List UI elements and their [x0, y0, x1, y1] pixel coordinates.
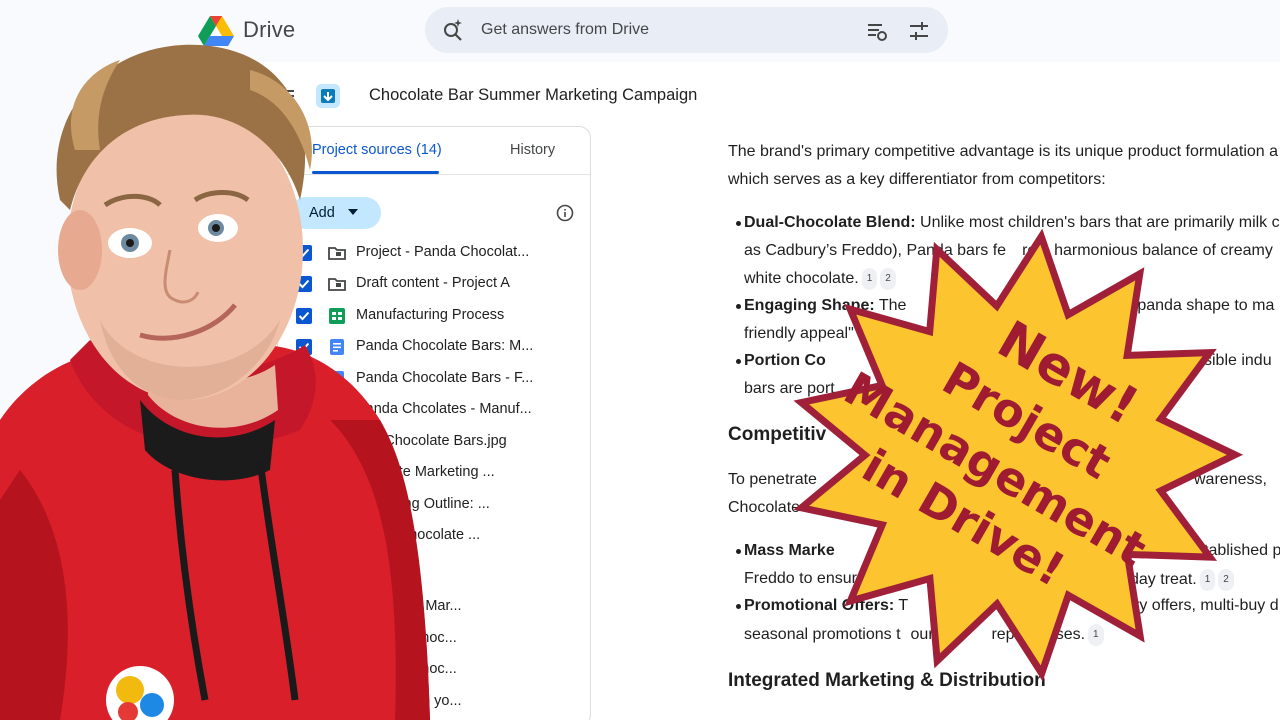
filter-options-icon[interactable] [907, 19, 931, 43]
bullet-marker [736, 359, 741, 364]
info-icon[interactable] [556, 204, 574, 222]
new-feature-starburst: New! Project Management in Drive! [793, 228, 1244, 682]
ai-search-icon [444, 19, 462, 41]
bullet-marker [736, 549, 741, 554]
search-input[interactable]: Get answers from Drive [481, 21, 649, 39]
bullet-marker [736, 221, 741, 226]
doc-text: The brand's primary competitive advantag… [728, 143, 1279, 160]
bullet-marker [736, 604, 741, 609]
doc-text: which serves as a key differentiator fro… [728, 171, 1106, 188]
bullet-marker [736, 304, 741, 309]
search-bar[interactable]: Get answers from Drive [425, 7, 948, 53]
tab-history[interactable]: History [510, 142, 555, 158]
search-settings-icon[interactable] [865, 19, 889, 43]
presenter-photo [0, 44, 430, 720]
